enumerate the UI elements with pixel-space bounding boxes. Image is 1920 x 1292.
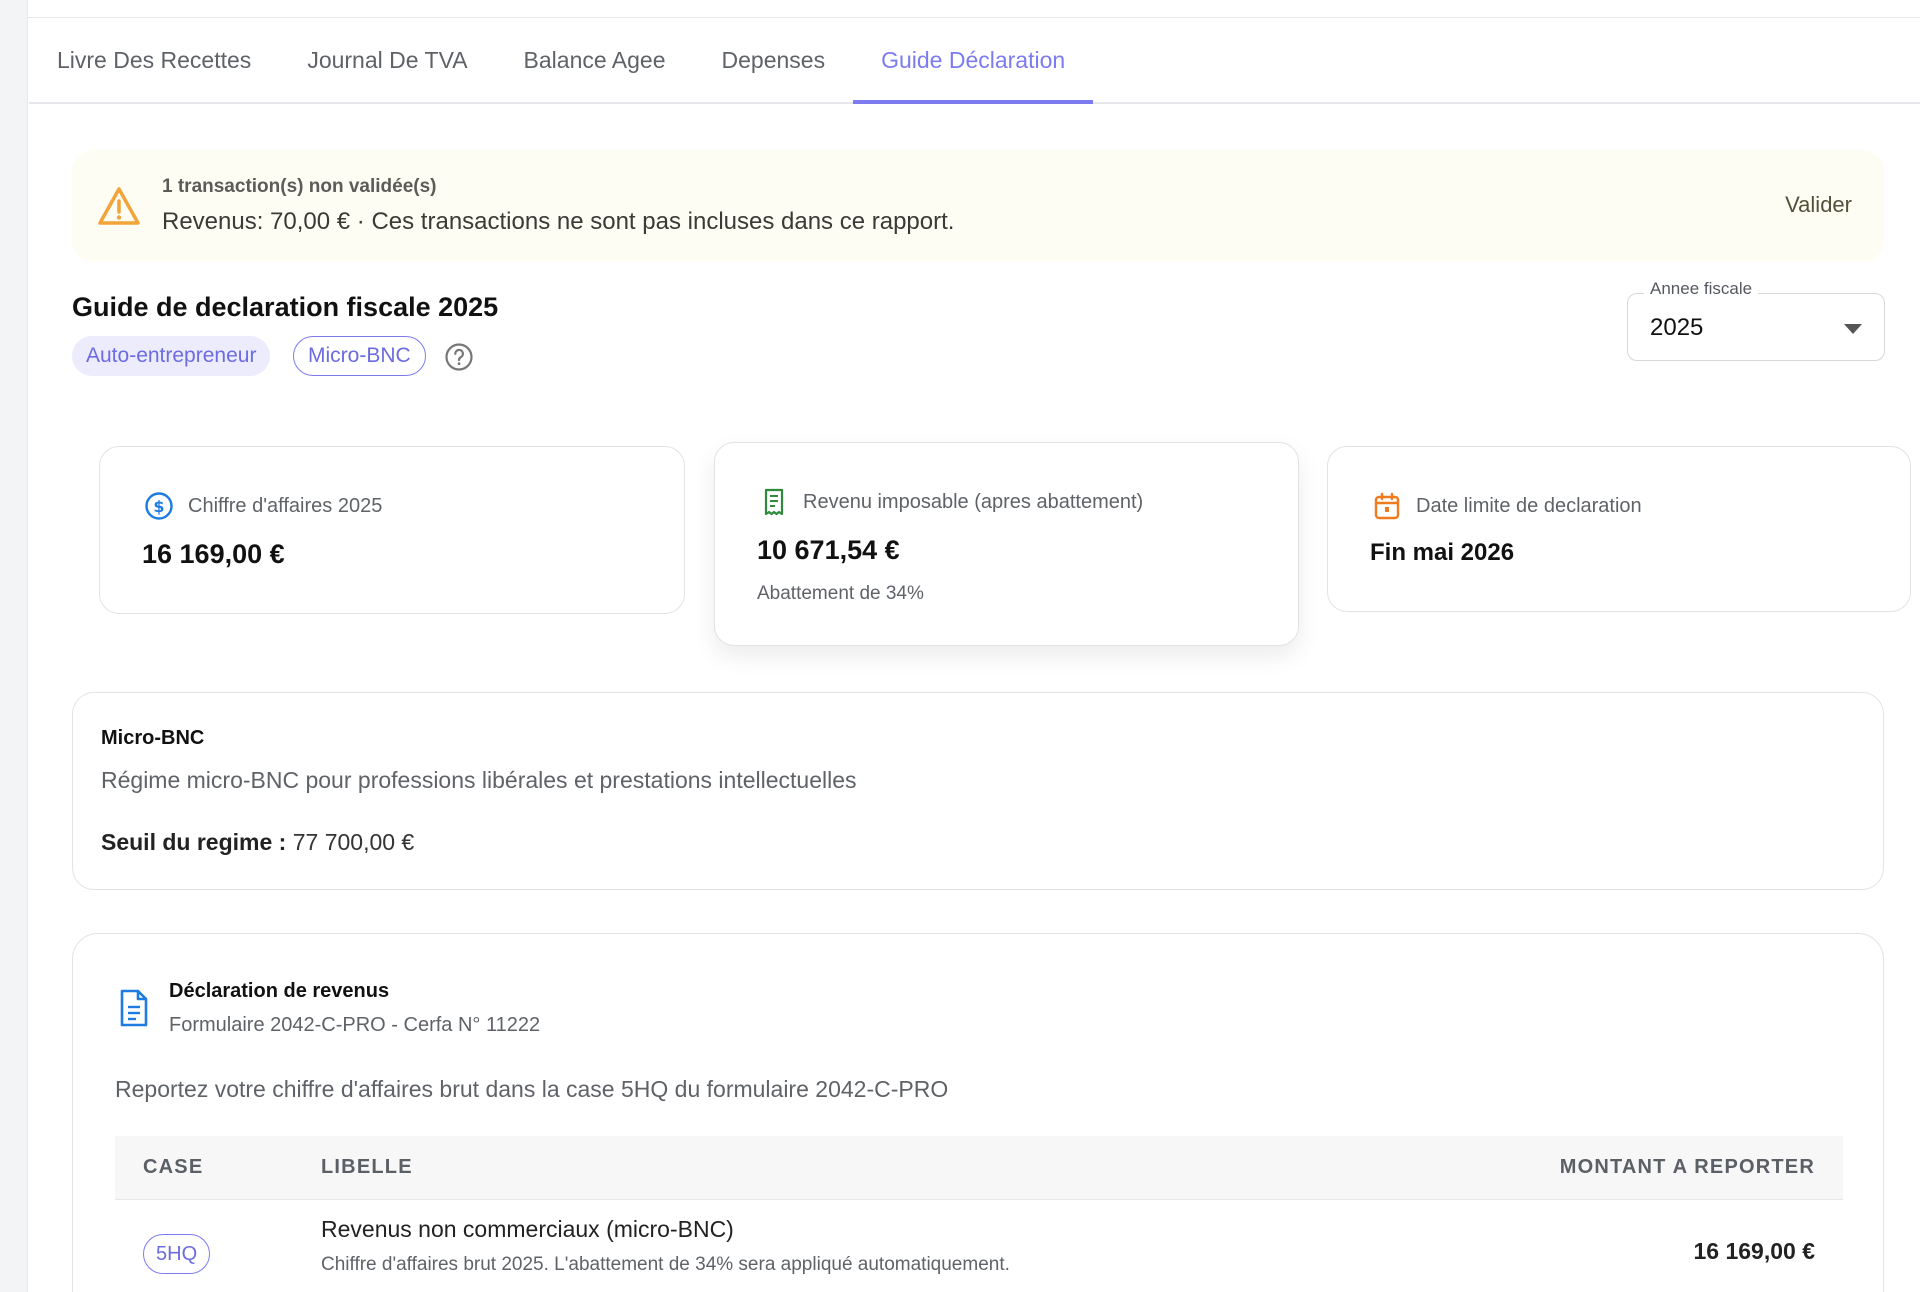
table-row: 5HQ Revenus non commerciaux (micro-BNC) …: [115, 1200, 1843, 1292]
stat-label: Chiffre d'affaires 2025: [188, 494, 383, 517]
tab-livre-des-recettes[interactable]: Livre Des Recettes: [29, 18, 279, 102]
stat-sub: Abattement de 34%: [757, 583, 924, 604]
regime-card: Micro-BNC Régime micro-BNC pour professi…: [72, 692, 1884, 890]
tab-guide-declaration[interactable]: Guide Déclaration: [853, 18, 1094, 104]
stat-value: 16 169,00 €: [142, 539, 285, 569]
column-header-case: CASE: [143, 1156, 204, 1178]
receipt-icon: [764, 488, 784, 516]
fiscal-year-value: 2025: [1650, 314, 1704, 341]
declaration-subtitle: Formulaire 2042-C-PRO - Cerfa N° 11222: [169, 1014, 541, 1036]
help-circle-icon[interactable]: [444, 342, 474, 372]
regime-title: Micro-BNC: [101, 727, 205, 749]
regime-description: Régime micro-BNC pour professions libéra…: [101, 767, 857, 793]
threshold-label: Seuil du regime :: [101, 829, 287, 855]
document-icon: [120, 989, 148, 1027]
unvalidated-transactions-alert: 1 transaction(s) non validée(s) Revenus:…: [72, 150, 1884, 262]
column-header-libelle: LIBELLE: [321, 1156, 413, 1178]
stat-value: 10 671,54 €: [757, 535, 900, 565]
tab-journal-de-tva[interactable]: Journal De TVA: [279, 18, 495, 102]
tab-depenses[interactable]: Depenses: [694, 18, 854, 102]
row-amount: 16 169,00 €: [1693, 1238, 1815, 1264]
tab-balance-agee[interactable]: Balance Agee: [496, 18, 694, 102]
stat-card-taxable-income: Revenu imposable (apres abattement) 10 6…: [714, 442, 1299, 646]
threshold-value: 77 700,00 €: [292, 829, 415, 855]
top-bar: [28, 0, 1920, 18]
table-header: CASE LIBELLE MONTANT A REPORTER: [115, 1136, 1843, 1200]
tab-bar: Livre Des Recettes Journal De TVA Balanc…: [29, 18, 1920, 104]
case-chip: 5HQ: [143, 1234, 211, 1274]
page-title: Guide de declaration fiscale 2025: [72, 292, 499, 322]
fiscal-year-label: Annee fiscale: [1644, 279, 1759, 299]
stat-value: Fin mai 2026: [1370, 539, 1515, 566]
status-chip-micro-bnc: Micro-BNC: [293, 336, 426, 376]
declaration-info: Reportez votre chiffre d'affaires brut d…: [115, 1076, 949, 1102]
status-chip-auto-entrepreneur: Auto-entrepreneur: [72, 336, 271, 376]
stat-card-deadline: Date limite de declaration Fin mai 2026: [1327, 446, 1911, 612]
stat-label: Revenu imposable (apres abattement): [803, 490, 1144, 513]
alert-title: 1 transaction(s) non validée(s): [162, 176, 437, 197]
alert-message: Revenus: 70,00 € · Ces transactions ne s…: [162, 208, 955, 235]
regime-threshold: Seuil du regime : 77 700,00 €: [101, 829, 414, 856]
warning-icon: [98, 187, 140, 225]
fiscal-year-select[interactable]: 2025: [1627, 293, 1885, 361]
stat-label: Date limite de declaration: [1416, 494, 1642, 517]
left-rail: [0, 0, 28, 1292]
validate-button[interactable]: Valider: [1785, 192, 1852, 218]
stat-card-revenue: $ Chiffre d'affaires 2025 16 169,00 €: [99, 446, 685, 614]
row-libelle: Revenus non commerciaux (micro-BNC): [321, 1216, 734, 1242]
row-note: Chiffre d'affaires brut 2025. L'abatteme…: [321, 1254, 1010, 1275]
declaration-title: Déclaration de revenus: [169, 980, 390, 1002]
declaration-card: Déclaration de revenus Formulaire 2042-C…: [72, 933, 1884, 1292]
caret-down-icon: [1844, 324, 1862, 334]
dollar-icon: $: [145, 492, 173, 520]
svg-text:$: $: [153, 497, 164, 516]
calendar-icon: [1374, 492, 1400, 520]
column-header-montant: MONTANT A REPORTER: [1559, 1156, 1815, 1178]
